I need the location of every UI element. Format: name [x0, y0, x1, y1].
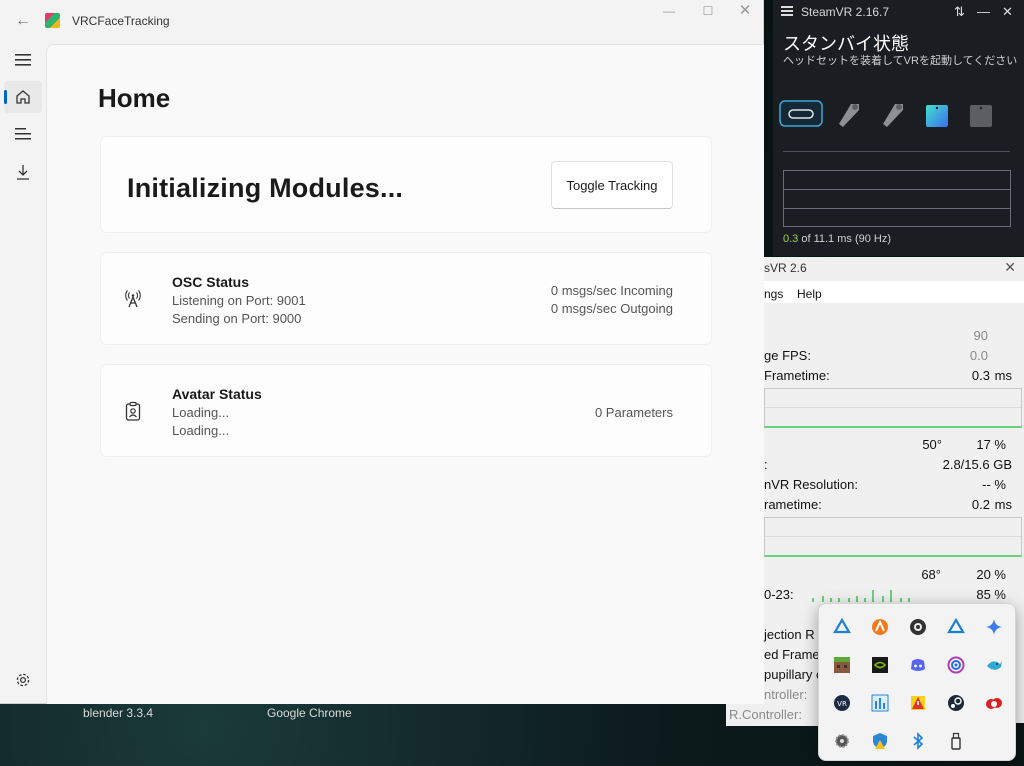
- tracking-status-card: Initializing Modules... Toggle Tracking: [101, 137, 711, 232]
- podcast-icon[interactable]: [947, 656, 965, 674]
- frame-timing-text: 0.3 of 11.1 ms (90 Hz): [783, 233, 891, 245]
- osc-sending-port: Sending on Port: 9000: [172, 311, 302, 326]
- adv-menu-bar: ngs Help: [764, 281, 1024, 303]
- avatar-status-card: Avatar Status Loading... Loading... 0 Pa…: [101, 365, 711, 456]
- vive-icon[interactable]: VR: [833, 694, 851, 712]
- audio-meter-icon[interactable]: [871, 694, 889, 712]
- adv-row-cpu-frametime: rametime: 0.2 ms: [764, 497, 1012, 512]
- steamvr-separator: [783, 151, 1010, 152]
- headset-icon[interactable]: [779, 100, 823, 128]
- clipboard-person-icon: [125, 401, 141, 421]
- steamvr-window: SteamVR 2.16.7 ⇅ — ✕ スタンバイ状態 ヘッドセットを装着して…: [773, 0, 1024, 256]
- avatar-status-title: Avatar Status: [172, 386, 262, 402]
- gear-app-icon[interactable]: [833, 732, 851, 750]
- nav-home[interactable]: [4, 81, 42, 113]
- adv-row-memory: : 2.8/15.6 GB: [764, 457, 1012, 472]
- adv-row-resolution: nVR Resolution: -- %: [764, 477, 1006, 492]
- back-arrow-icon[interactable]: ←: [14, 12, 32, 30]
- fish-icon[interactable]: [985, 656, 1003, 674]
- vr-link-icon-2[interactable]: [947, 618, 965, 636]
- steamvr-title-bar[interactable]: SteamVR 2.16.7 ⇅ — ✕: [773, 0, 1024, 24]
- steamvr-title: SteamVR 2.16.7: [801, 5, 890, 19]
- taskbar-label-chrome[interactable]: Google Chrome: [267, 706, 352, 720]
- steamvr-minimize-button[interactable]: —: [977, 4, 990, 19]
- settings-icon: [16, 673, 30, 687]
- adv-row-cpu: 68° 20 %: [921, 567, 1006, 582]
- avatar-status-line-1: Loading...: [172, 405, 230, 420]
- steamvr-menu-icon[interactable]: [781, 6, 793, 16]
- steam-icon[interactable]: [947, 694, 965, 712]
- osc-outgoing-rate: 0 msgs/sec Outgoing: [550, 301, 673, 316]
- pin-icon[interactable]: ⇅: [954, 4, 965, 20]
- avatar-status-line-2: Loading...: [172, 423, 230, 438]
- toggle-tracking-button[interactable]: Toggle Tracking: [551, 161, 673, 209]
- base-station-1-icon[interactable]: [925, 104, 949, 128]
- frame-timing-graph: [783, 170, 1011, 227]
- page-title: Home: [98, 83, 171, 113]
- nav-download[interactable]: [4, 156, 42, 188]
- nav-settings[interactable]: [4, 664, 42, 696]
- webcam-icon[interactable]: [909, 618, 927, 636]
- osc-incoming-rate: 0 msgs/sec Incoming: [550, 283, 673, 298]
- module-status-text: Initializing Modules...: [127, 173, 404, 203]
- osc-status-title: OSC Status: [172, 274, 250, 290]
- home-page: Home Initializing Modules... Toggle Trac…: [46, 44, 764, 704]
- output-log-icon: [15, 128, 31, 140]
- osc-status-card: OSC Status Listening on Port: 9001 Sendi…: [101, 253, 711, 344]
- r-controller-row: R.Controller:: [726, 704, 826, 726]
- navigation-pane: [0, 44, 46, 704]
- vrcft-window: ← VRCFaceTracking — ☐ ✕ Home Initializin…: [0, 0, 764, 704]
- minimize-button[interactable]: —: [654, 4, 684, 20]
- antenna-icon: [125, 290, 141, 308]
- osc-listening-port: Listening on Port: 9001: [172, 293, 306, 308]
- app-logo-icon: [45, 13, 60, 28]
- hamburger-menu-icon[interactable]: [4, 44, 42, 76]
- menu-help[interactable]: Help: [797, 287, 822, 301]
- shield-warning-icon[interactable]: [871, 732, 889, 750]
- adv-row-fps: ge FPS: 0.0: [764, 348, 988, 363]
- adv-cpu-graph: [764, 517, 1022, 557]
- minecraft-icon[interactable]: [833, 656, 851, 674]
- nvidia-icon[interactable]: [871, 656, 889, 674]
- home-icon: [16, 90, 30, 104]
- adv-frametime-graph: [764, 388, 1022, 428]
- nav-output-log[interactable]: [4, 118, 42, 150]
- close-button[interactable]: ✕: [730, 3, 760, 20]
- adv-row-frametime: Frametime: 0.3 ms: [764, 368, 1012, 383]
- adv-row-refresh: 90: [973, 328, 988, 343]
- warning-app-icon[interactable]: [909, 694, 927, 712]
- discord-icon[interactable]: [909, 656, 927, 674]
- menu-settings[interactable]: ngs: [764, 287, 783, 301]
- usb-drive-icon[interactable]: [947, 732, 965, 750]
- steamvr-close-button[interactable]: ✕: [1002, 4, 1013, 20]
- frametime-value: 0.3: [783, 233, 799, 245]
- cpu-core-bars: [812, 586, 922, 602]
- controller-left-icon[interactable]: [833, 100, 863, 130]
- gemini-icon[interactable]: [985, 618, 1003, 636]
- download-icon: [17, 165, 29, 180]
- adv-close-button[interactable]: ✕: [1004, 259, 1016, 276]
- svg-text:VR: VR: [837, 700, 847, 708]
- title-bar[interactable]: ← VRCFaceTracking — ☐ ✕: [0, 0, 764, 44]
- base-station-2-icon[interactable]: [969, 104, 993, 128]
- system-tray-overflow: VR: [818, 603, 1016, 761]
- frametime-rest: of 11.1 ms (90 Hz): [798, 233, 892, 245]
- adv-row-gpu: 50° 17 %: [922, 437, 1006, 452]
- maximize-button[interactable]: ☐: [693, 4, 723, 20]
- steamvr-subtitle: ヘッドセットを装着してVRを起動してください: [783, 55, 1018, 67]
- bluetooth-icon[interactable]: [909, 732, 927, 750]
- vr-link-icon[interactable]: [833, 618, 851, 636]
- avatar-parameter-count: 0 Parameters: [594, 405, 673, 420]
- window-title: VRCFaceTracking: [72, 14, 170, 28]
- controller-right-icon[interactable]: [877, 100, 907, 130]
- avast-icon[interactable]: [871, 618, 889, 636]
- taskbar-label-blender[interactable]: blender 3.3.4: [83, 706, 153, 720]
- creative-cloud-icon[interactable]: [985, 694, 1003, 712]
- adv-window-title: sVR 2.6: [764, 261, 807, 275]
